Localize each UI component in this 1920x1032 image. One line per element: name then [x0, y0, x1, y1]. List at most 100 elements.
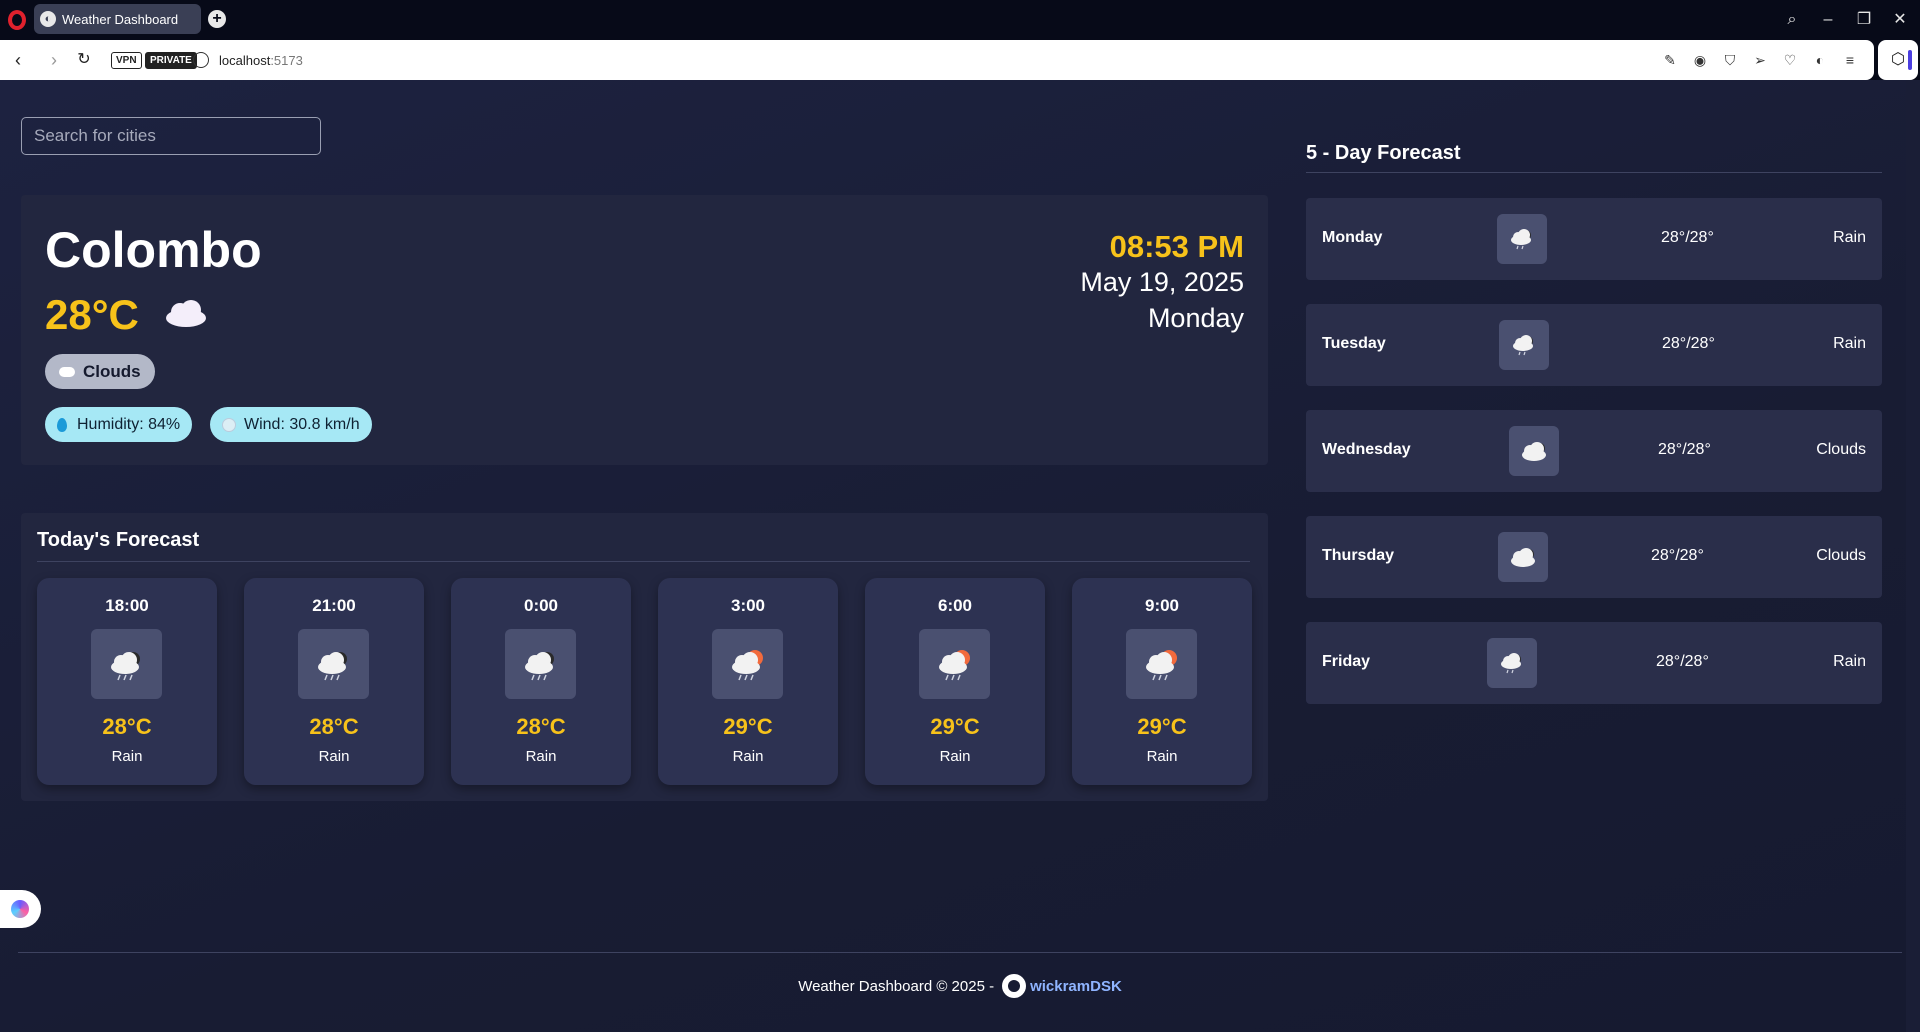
cloud-icon	[166, 300, 206, 327]
forecast-day-temperature: 28°/28°	[1656, 653, 1709, 670]
footer-text: Weather Dashboard © 2025 -	[798, 977, 995, 995]
forecast-day-description: Clouds	[1816, 441, 1866, 458]
tab-title: Weather Dashboard	[62, 11, 179, 27]
url-field[interactable]: localhost:5173	[219, 53, 303, 68]
hourly-forecast-card: 6:00 29°C Rain	[865, 578, 1045, 785]
forecast-day-description: Rain	[1833, 653, 1866, 670]
send-icon[interactable]: ➢	[1750, 50, 1770, 70]
forecast-day-name: Wednesday	[1322, 441, 1411, 458]
divider	[1306, 172, 1882, 173]
footer: Weather Dashboard © 2025 - wickramDSK	[0, 974, 1920, 998]
current-day: Monday	[1147, 303, 1244, 333]
globe-icon[interactable]	[193, 52, 209, 68]
toggle-icon[interactable]: ◐	[1810, 50, 1830, 70]
current-weather-card: Colombo 28°C Clouds Humidity: 84% Wind: …	[21, 195, 1268, 465]
url-host: localhost	[219, 53, 271, 68]
browser-tab[interactable]: ◐ Weather Dashboard	[34, 4, 201, 34]
camera-icon[interactable]: ◉	[1690, 50, 1710, 70]
hourly-forecast-card: 9:00 29°C Rain	[1072, 578, 1252, 785]
hour-description: Rain	[318, 748, 350, 765]
city-name: Colombo	[45, 222, 262, 278]
hour-time: 18:00	[105, 596, 149, 615]
author-link[interactable]: wickramDSK	[1030, 978, 1122, 995]
forecast-day-row: Friday 28°/28° Rain	[1306, 622, 1882, 704]
rain-cloud-icon	[1497, 214, 1547, 264]
vpn-badge[interactable]: VPN	[111, 52, 142, 69]
sun-rain-cloud-icon	[1126, 629, 1197, 699]
forecast-day-row: Wednesday 28°/28° Clouds	[1306, 410, 1882, 492]
hour-temperature: 28°C	[516, 714, 566, 739]
sidebar-indicator	[1908, 50, 1912, 70]
hour-description: Rain	[1146, 748, 1178, 765]
wind-icon	[222, 417, 236, 432]
hour-time: 0:00	[523, 596, 559, 615]
rain-cloud-icon	[298, 629, 369, 699]
search-tabs-icon[interactable]: ⌕	[1780, 8, 1804, 32]
hour-temperature: 29°C	[1137, 714, 1187, 739]
forecast-day-row: Monday 28°/28° Rain	[1306, 198, 1882, 280]
forecast-day-description: Rain	[1833, 335, 1866, 352]
cloud-icon	[1498, 532, 1548, 582]
shield-icon[interactable]: ⛉	[1720, 50, 1740, 70]
new-tab-icon[interactable]: +	[208, 10, 226, 28]
ai-brain-icon	[11, 900, 29, 918]
browser-titlebar: ◐ Weather Dashboard + ⌕ – ❐ ✕	[0, 0, 1920, 40]
hourly-forecast-card: 0:00 28°C Rain	[451, 578, 631, 785]
hourly-forecast-list: 18:00 28°C Rain 21:00 28°C Rain 0:00 28°…	[37, 578, 1252, 785]
wind-label: Wind: 30.8 km/h	[244, 415, 360, 433]
edit-icon[interactable]: ✎	[1660, 50, 1680, 70]
hour-time: 6:00	[937, 596, 973, 615]
minimize-icon[interactable]: –	[1816, 8, 1840, 32]
search-input[interactable]	[21, 117, 321, 155]
divider	[37, 561, 1250, 562]
extensions-button[interactable]: ⬡	[1878, 40, 1918, 80]
hourly-forecast-card: 3:00 29°C Rain	[658, 578, 838, 785]
close-window-icon[interactable]: ✕	[1888, 8, 1912, 32]
rain-cloud-icon	[1499, 320, 1549, 370]
five-day-forecast-title: 5 - Day Forecast	[1306, 142, 1461, 164]
todays-forecast-card: Today's Forecast 18:00 28°C Rain 21:00 2…	[21, 513, 1268, 801]
rain-cloud-icon	[505, 629, 576, 699]
tab-favicon-icon: ◐	[40, 11, 56, 27]
forecast-day-row: Thursday 28°/28° Clouds	[1306, 516, 1882, 598]
hourly-forecast-card: 18:00 28°C Rain	[37, 578, 217, 785]
private-badge: PRIVATE	[145, 52, 197, 69]
hour-time: 9:00	[1144, 596, 1180, 615]
ai-assistant-button[interactable]	[0, 890, 41, 928]
humidity-label: Humidity: 84%	[77, 415, 181, 433]
forecast-day-row: Tuesday 28°/28° Rain	[1306, 304, 1882, 386]
hour-temperature: 28°C	[102, 714, 152, 739]
hour-time: 21:00	[312, 596, 356, 615]
sun-rain-cloud-icon	[712, 629, 783, 699]
hour-time: 3:00	[730, 596, 766, 615]
menu-icon[interactable]: ≡	[1840, 50, 1860, 70]
url-port: :5173	[270, 53, 303, 68]
cloud-icon	[1509, 426, 1559, 476]
heart-icon[interactable]: ♡	[1780, 50, 1800, 70]
forecast-day-name: Friday	[1322, 653, 1371, 670]
todays-forecast-title: Today's Forecast	[37, 529, 200, 551]
restore-icon[interactable]: ❐	[1852, 8, 1876, 32]
forward-icon[interactable]: ›	[43, 48, 65, 72]
back-icon[interactable]: ‹	[7, 48, 29, 72]
forecast-day-name: Tuesday	[1322, 335, 1386, 352]
reload-icon[interactable]: ↻	[73, 48, 95, 72]
forecast-day-temperature: 28°/28°	[1662, 335, 1715, 352]
current-temperature: 28°C	[45, 291, 139, 338]
opera-logo-icon[interactable]	[8, 10, 26, 30]
hour-temperature: 29°C	[930, 714, 980, 739]
weather-dashboard-page: Colombo 28°C Clouds Humidity: 84% Wind: …	[0, 80, 1920, 1032]
small-cloud-icon	[59, 366, 75, 377]
condition-badge: Clouds	[45, 354, 155, 389]
forecast-day-description: Rain	[1833, 229, 1866, 246]
forecast-day-temperature: 28°/28°	[1651, 547, 1704, 564]
forecast-day-name: Thursday	[1322, 547, 1395, 564]
forecast-day-temperature: 28°/28°	[1661, 229, 1714, 246]
rain-cloud-icon	[1487, 638, 1537, 688]
footer-divider	[18, 952, 1902, 953]
hour-temperature: 28°C	[309, 714, 359, 739]
scrollbar[interactable]	[1906, 80, 1920, 1032]
current-time: 08:53 PM	[1109, 229, 1244, 264]
github-icon	[1002, 974, 1027, 998]
wind-badge: Wind: 30.8 km/h	[210, 407, 372, 442]
